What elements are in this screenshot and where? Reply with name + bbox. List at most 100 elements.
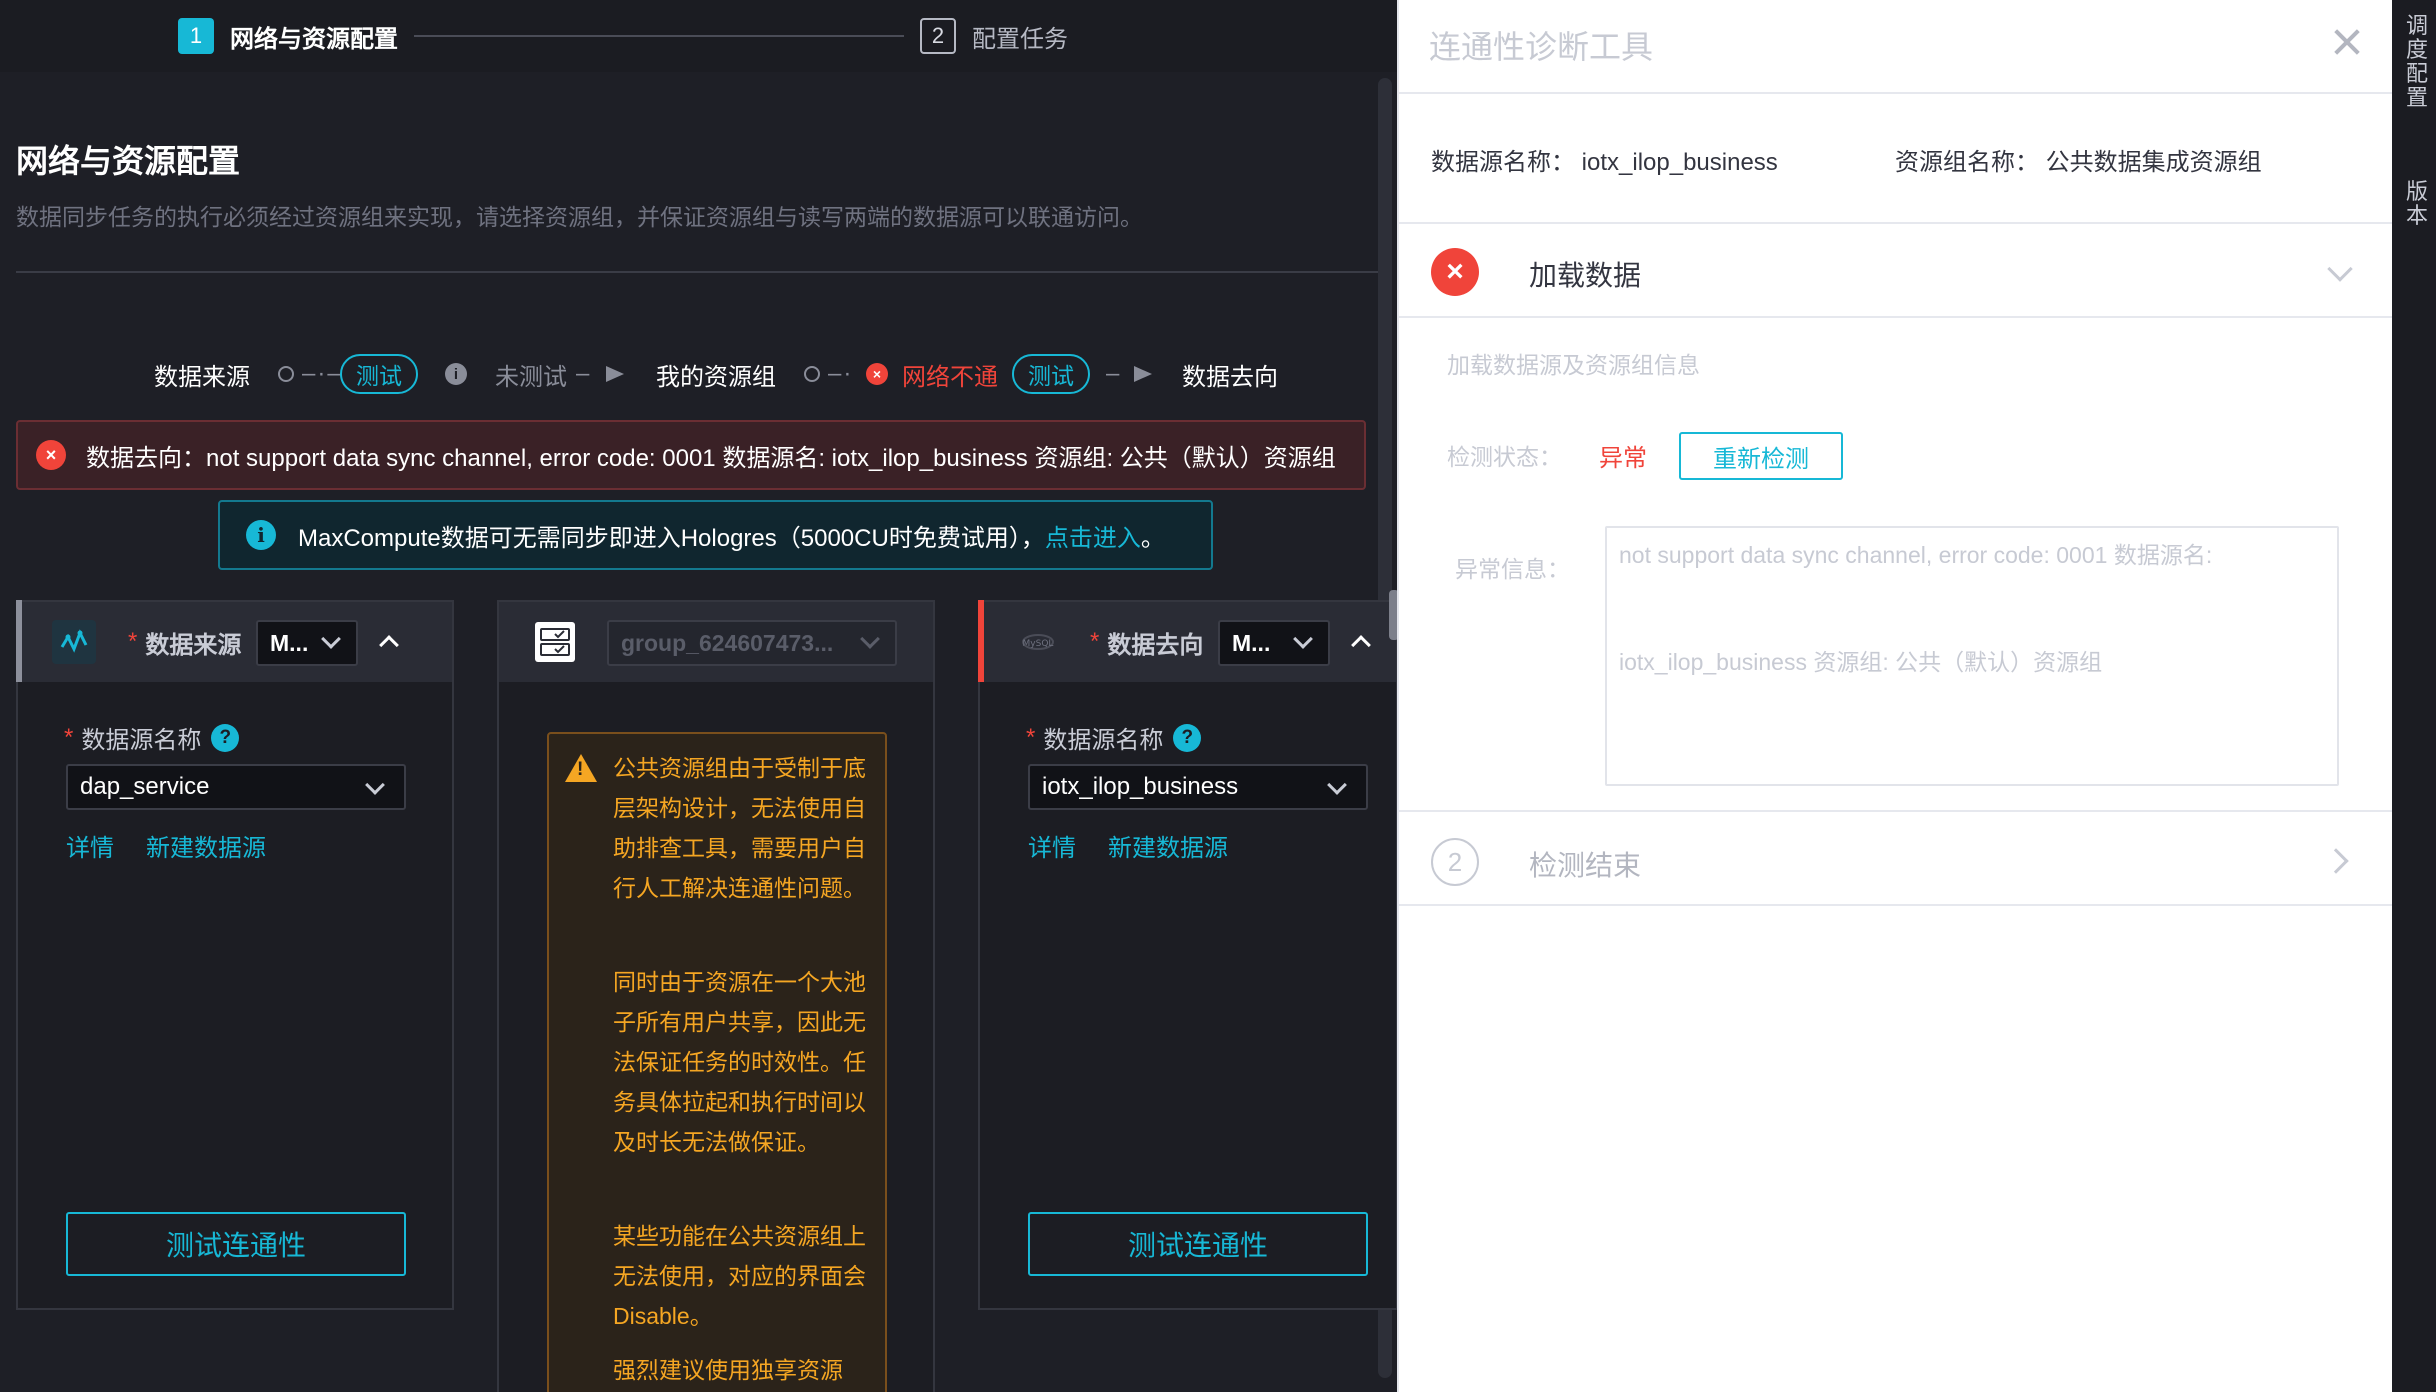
drawer-divider bbox=[1399, 810, 2392, 812]
detect-status-label: 检测状态： bbox=[1447, 444, 1562, 470]
warning-icon bbox=[565, 754, 597, 782]
error-icon: × bbox=[36, 440, 66, 470]
drawer-divider bbox=[1399, 222, 2392, 224]
source-type-select[interactable]: M... bbox=[256, 620, 358, 666]
step-load-data-title[interactable]: 加载数据 bbox=[1529, 254, 1641, 294]
drawer-divider bbox=[1399, 92, 2392, 94]
datasource-name-label: 数据源名称： bbox=[1431, 149, 1575, 176]
target-field-label-text: 数据源名称 bbox=[1043, 727, 1164, 754]
info-icon: i bbox=[445, 363, 467, 385]
step-load-data-description: 加载数据源及资源组信息 bbox=[1447, 352, 1700, 378]
chevron-down-icon bbox=[1293, 629, 1313, 649]
drawer-divider bbox=[1399, 316, 2392, 318]
detect-status-value: 异常 bbox=[1599, 445, 1647, 472]
step-2-number: 2 bbox=[920, 18, 956, 54]
target-card-title-text: 数据去向 bbox=[1107, 631, 1204, 659]
collapse-chevron-up-icon[interactable] bbox=[379, 635, 399, 655]
help-icon[interactable]: ? bbox=[211, 723, 240, 752]
new-datasource-link[interactable]: 新建数据源 bbox=[146, 835, 266, 862]
step-2-label: 配置任务 bbox=[972, 25, 1068, 53]
step-error-icon: × bbox=[1431, 248, 1479, 296]
error-alert: × 数据去向：not support data sync channel, er… bbox=[16, 420, 1366, 490]
flow-resource-group-label: 我的资源组 bbox=[656, 363, 776, 391]
connectivity-flow: 数据来源 –·– 测试 i 未测试 – 我的资源组 –· × 网络不通 测试 –… bbox=[0, 352, 1397, 396]
chevron-down-icon bbox=[860, 629, 880, 649]
card-accent bbox=[16, 600, 22, 682]
resource-group-select: group_624607473... bbox=[607, 620, 897, 666]
flow-dash: –·– bbox=[302, 360, 343, 387]
resource-group-icon bbox=[533, 620, 577, 664]
source-datasource-select[interactable]: dap_service bbox=[66, 764, 406, 810]
chevron-down-icon bbox=[321, 629, 341, 649]
target-test-connectivity-button[interactable]: 测试连通性 bbox=[1028, 1212, 1368, 1276]
help-icon[interactable]: ? bbox=[1173, 723, 1202, 752]
close-icon[interactable] bbox=[2329, 24, 2365, 60]
flow-node-icon bbox=[804, 366, 820, 382]
flow-node-icon bbox=[278, 366, 294, 382]
error-info-line-1: not support data sync channel, error cod… bbox=[1619, 542, 2213, 568]
resource-group-name-value: 公共数据集成资源组 bbox=[2045, 149, 2262, 176]
required-mark: * bbox=[1090, 628, 1100, 655]
required-mark: * bbox=[64, 723, 74, 751]
resource-group-card: group_624607473... 公共资源组由于受制于底层架构设计，无法使用… bbox=[497, 600, 935, 1392]
detail-link[interactable]: 详情 bbox=[66, 835, 114, 862]
datasource-type-icon: MySQL bbox=[1016, 620, 1060, 664]
target-datasource-select[interactable]: iotx_ilop_business bbox=[1028, 764, 1368, 810]
source-test-connectivity-button[interactable]: 测试连通性 bbox=[66, 1212, 406, 1276]
source-type-value: M... bbox=[270, 629, 309, 656]
info-alert-text: MaxCompute数据可无需同步即进入Hologres（5000CU时免费试用… bbox=[298, 524, 1045, 552]
flow-test-button-1[interactable]: 测试 bbox=[340, 354, 418, 394]
target-type-select[interactable]: M... bbox=[1218, 620, 1330, 666]
target-links: 详情 新建数据源 bbox=[1028, 828, 1260, 863]
warning-paragraph-1: 公共资源组由于受制于底层架构设计，无法使用自助排查工具，需要用户自行人工解决连通… bbox=[613, 755, 866, 901]
step-2[interactable]: 2 配置任务 bbox=[920, 17, 1068, 55]
datasource-name-value: iotx_ilop_business bbox=[1581, 149, 1778, 176]
detail-link[interactable]: 详情 bbox=[1028, 835, 1076, 862]
resource-group-value: group_624607473... bbox=[621, 629, 834, 656]
target-card-header: MySQL * 数据去向 M... bbox=[978, 600, 1396, 682]
source-card-title-text: 数据来源 bbox=[145, 631, 242, 659]
splitter-handle[interactable] bbox=[1389, 590, 1397, 640]
target-datasource-value: iotx_ilop_business bbox=[1042, 773, 1239, 800]
recheck-button[interactable]: 重新检测 bbox=[1679, 432, 1843, 480]
new-datasource-link[interactable]: 新建数据源 bbox=[1108, 835, 1228, 862]
source-field-label-text: 数据源名称 bbox=[81, 727, 202, 754]
step-1-number: 1 bbox=[178, 18, 214, 54]
chevron-down-icon[interactable] bbox=[2327, 256, 2353, 282]
resource-group-name-info: 资源组名称： 公共数据集成资源组 bbox=[1895, 142, 2262, 177]
section-title: 网络与资源配置 bbox=[16, 143, 241, 179]
required-mark: * bbox=[128, 628, 138, 655]
flow-dash: – bbox=[576, 360, 592, 387]
step-1-label: 网络与资源配置 bbox=[230, 25, 398, 53]
flow-test-button-2[interactable]: 测试 bbox=[1012, 354, 1090, 394]
chevron-right-icon[interactable] bbox=[2323, 848, 2349, 874]
resource-group-warning: 公共资源组由于受制于底层架构设计，无法使用自助排查工具，需要用户自行人工解决连通… bbox=[547, 732, 887, 1392]
chevron-down-icon bbox=[365, 775, 385, 795]
info-alert-link[interactable]: 点击进入 bbox=[1045, 518, 1141, 553]
error-info-textarea[interactable]: not support data sync channel, error cod… bbox=[1605, 526, 2339, 786]
arrow-right-icon bbox=[1134, 366, 1152, 382]
stepper: 1 网络与资源配置 2 配置任务 bbox=[0, 0, 1397, 72]
source-card: * 数据来源 M... * 数据源名称 ? dap_service 详情 新建数据… bbox=[16, 600, 454, 1310]
card-accent bbox=[978, 600, 984, 682]
collapse-chevron-up-icon[interactable] bbox=[1351, 635, 1371, 655]
arrow-right-icon bbox=[606, 366, 624, 382]
warning-paragraph-4: 强烈建议使用独享资源 bbox=[613, 1357, 843, 1383]
source-datasource-value: dap_service bbox=[80, 773, 210, 800]
left-pane: 1 网络与资源配置 2 配置任务 网络与资源配置 数据同步任务的执行必须经过资源… bbox=[0, 0, 1397, 1392]
source-links: 详情 新建数据源 bbox=[66, 828, 298, 863]
flow-dash: –· bbox=[828, 360, 854, 387]
stepper-connector bbox=[414, 35, 904, 37]
step-2-number-icon: 2 bbox=[1431, 838, 1479, 886]
step-1[interactable]: 1 网络与资源配置 bbox=[178, 17, 398, 55]
flow-untested-label: 未测试 bbox=[495, 363, 567, 391]
target-card: MySQL * 数据去向 M... * 数据源名称 ? iotx_ilop_bu… bbox=[978, 600, 1397, 1310]
chevron-down-icon bbox=[1327, 775, 1347, 795]
strip-version[interactable]: 版本 bbox=[2406, 180, 2430, 228]
section-divider bbox=[16, 271, 1378, 273]
target-card-title: * 数据去向 bbox=[1090, 622, 1203, 662]
strip-schedule-config[interactable]: 调度配置 bbox=[2406, 14, 2430, 110]
flow-target-label: 数据去向 bbox=[1182, 363, 1278, 391]
drawer-title: 连通性诊断工具 bbox=[1429, 29, 1654, 65]
step-detect-end-title[interactable]: 检测结束 bbox=[1529, 844, 1641, 884]
